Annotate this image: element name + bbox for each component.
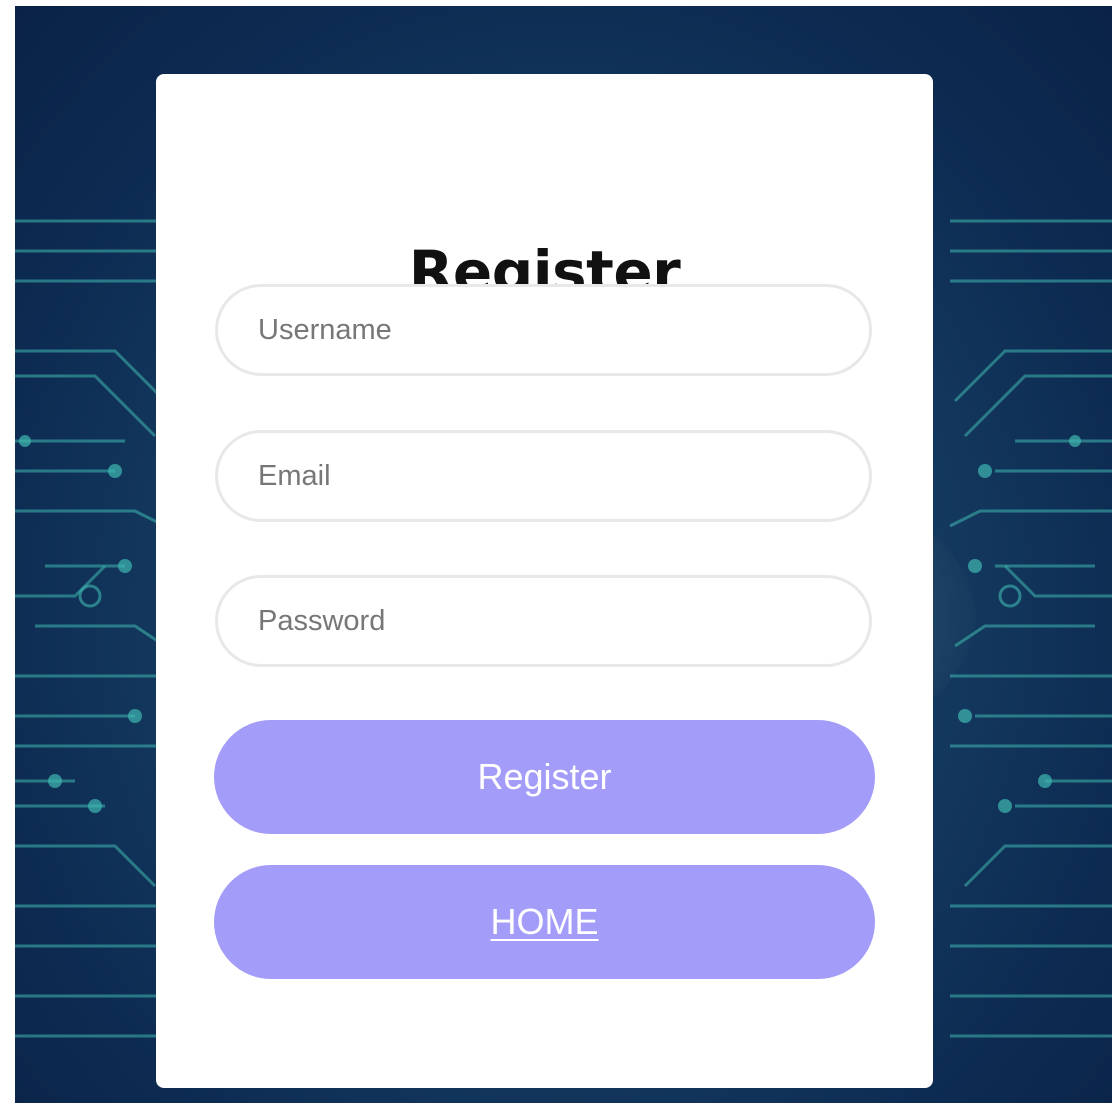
email-input[interactable]: [215, 430, 872, 522]
username-input[interactable]: [215, 284, 872, 376]
password-input[interactable]: [215, 575, 872, 667]
home-link-button[interactable]: HOME: [214, 865, 875, 979]
register-card: Register Register HOME: [156, 74, 933, 1088]
register-button[interactable]: Register: [214, 720, 875, 834]
